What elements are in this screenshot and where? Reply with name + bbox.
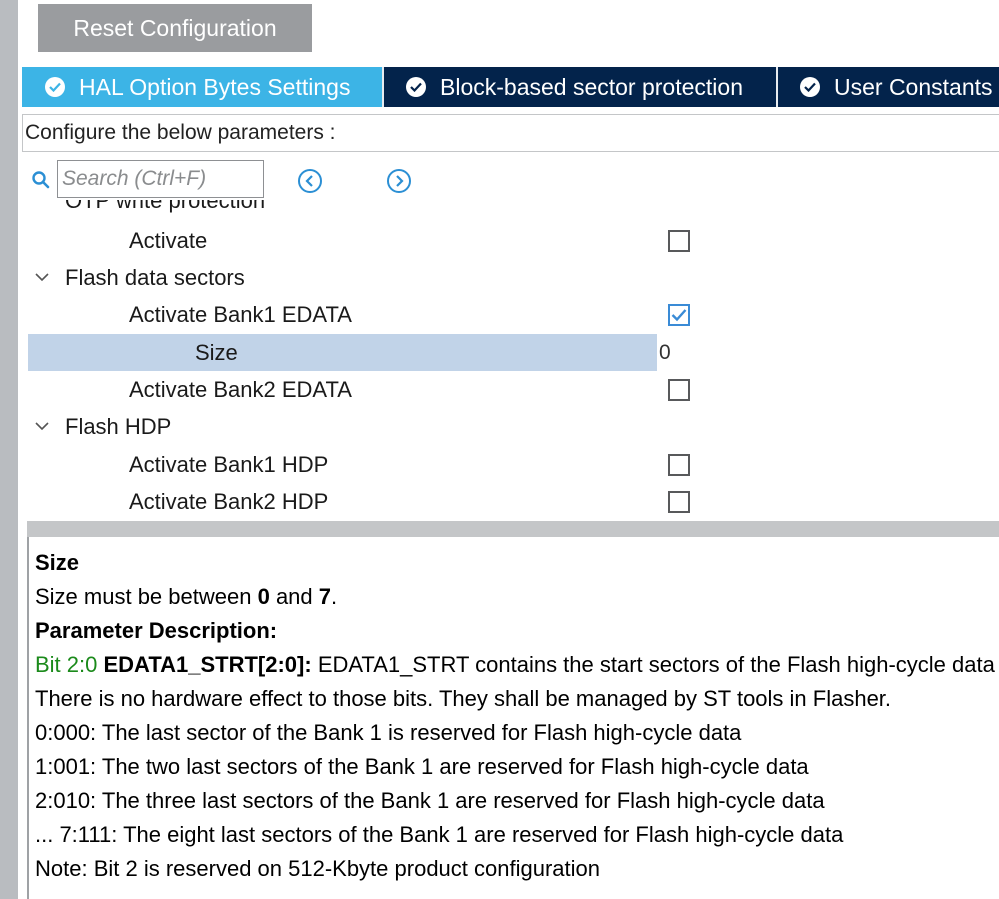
description-line: ... 7:111: The eight last sectors of the… (35, 822, 844, 847)
chevron-right-circle-icon[interactable] (386, 168, 412, 194)
group-label: OTP write protection (65, 200, 266, 213)
tree-item-activate-bank1-hdp[interactable]: Activate Bank1 HDP (22, 446, 999, 483)
description-line: 2:010: The three last sectors of the Ban… (35, 788, 825, 813)
left-panel-edge (0, 0, 18, 899)
item-label: Activate (129, 228, 208, 253)
tree-item-activate-bank2-edata[interactable]: Activate Bank2 EDATA (22, 371, 999, 408)
configure-prompt: Configure the below parameters : (25, 121, 336, 144)
search-icon[interactable] (31, 170, 51, 190)
bank2-hdp-checkbox[interactable] (668, 491, 690, 513)
tab-block-based-sector-protection[interactable]: Block-based sector protection (384, 67, 776, 107)
tree-group-otp-write-protection[interactable]: OTP write protection (22, 200, 999, 216)
range-suffix: . (331, 584, 338, 609)
register-description: Bit 2:0 EDATA1_STRT[2:0]: EDATA1_STRT co… (35, 648, 999, 682)
item-label: Activate Bank2 EDATA (129, 377, 352, 402)
checkmark-icon (671, 309, 687, 322)
check-circle-icon (800, 77, 820, 97)
check-circle-icon (406, 77, 426, 97)
register-name: EDATA1_STRT[2:0]: (103, 652, 312, 677)
tab-label: Block-based sector protection (440, 73, 743, 100)
tab-label: HAL Option Bytes Settings (79, 73, 351, 100)
tree-item-size[interactable]: Size 0 (22, 334, 999, 371)
description-line: Note: Bit 2 is reserved on 512-Kbyte pro… (35, 856, 600, 881)
description-title: Size (35, 550, 80, 575)
description-line: There is no hardware effect to those bit… (35, 686, 892, 711)
tab-bar: HAL Option Bytes Settings Block-based se… (22, 67, 999, 107)
description-range: Size must be between 0 and 7. (35, 580, 999, 614)
tree-item-activate-bank2-hdp[interactable]: Activate Bank2 HDP (22, 483, 999, 520)
tree-group-flash-hdp[interactable]: Flash HDP (22, 408, 999, 445)
description-line: 0:000: The last sector of the Bank 1 is … (35, 720, 742, 745)
range-prefix: Size must be between (35, 584, 258, 609)
chevron-left-circle-icon[interactable] (297, 168, 323, 194)
item-label: Activate Bank2 HDP (129, 489, 329, 514)
size-value[interactable]: 0 (659, 341, 671, 365)
range-min: 0 (257, 584, 270, 609)
parameter-tree: OTP write protection Activate Flash data… (22, 200, 999, 520)
reset-configuration-button[interactable]: Reset Configuration (38, 4, 312, 52)
tab-label: User Constants (834, 73, 993, 100)
range-and: and (269, 584, 319, 609)
register-desc: EDATA1_STRT contains the start sectors o… (317, 652, 999, 677)
tree-item-otp-activate[interactable]: Activate (22, 222, 999, 259)
panel-splitter[interactable] (27, 521, 999, 537)
selection-highlight (28, 334, 657, 371)
item-label: Activate Bank1 EDATA (129, 302, 352, 327)
tab-hal-option-bytes-settings[interactable]: HAL Option Bytes Settings (22, 67, 382, 107)
check-circle-icon (45, 77, 65, 97)
description-panel: Size Size must be between 0 and 7. Param… (27, 537, 999, 899)
bank2-edata-checkbox[interactable] (668, 379, 690, 401)
chevron-down-icon[interactable] (34, 269, 50, 285)
chevron-down-icon[interactable] (34, 418, 50, 434)
tree-group-flash-data-sectors[interactable]: Flash data sectors (22, 259, 999, 296)
bank1-edata-checkbox[interactable] (668, 304, 690, 326)
item-label: Size (195, 340, 238, 365)
range-max: 7 (318, 584, 332, 609)
description-line: 1:001: The two last sectors of the Bank … (35, 754, 809, 779)
bank1-hdp-checkbox[interactable] (668, 454, 690, 476)
search-input[interactable] (57, 160, 264, 198)
parameter-description-heading: Parameter Description: (35, 618, 278, 643)
configure-parameters-label: Configure the below parameters : (22, 114, 999, 152)
item-label: Activate Bank1 HDP (129, 452, 329, 477)
tab-user-constants[interactable]: User Constants (778, 67, 999, 107)
bit-label: Bit 2:0 (35, 652, 98, 677)
otp-activate-checkbox[interactable] (668, 230, 690, 252)
group-label: Flash data sectors (65, 265, 245, 290)
tree-item-activate-bank1-edata[interactable]: Activate Bank1 EDATA (22, 296, 999, 333)
group-label: Flash HDP (65, 414, 172, 439)
